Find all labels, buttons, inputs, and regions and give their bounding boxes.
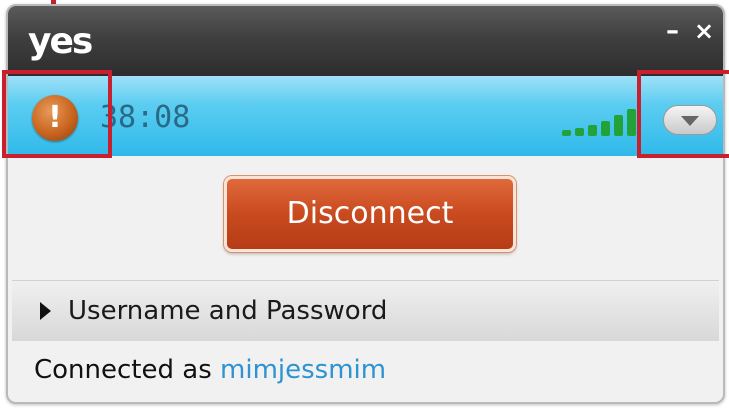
connected-status-text: Connected as mimjessmim: [34, 348, 386, 392]
close-button[interactable]: ×: [694, 16, 714, 46]
signal-bar: [575, 128, 584, 136]
signal-bar: [562, 130, 571, 136]
signal-bar: [614, 115, 623, 136]
username-link[interactable]: mimjessmim: [220, 355, 386, 385]
username-password-expander[interactable]: Username and Password: [12, 280, 719, 341]
signal-bar: [601, 121, 610, 136]
chevron-down-icon: [681, 116, 699, 126]
signal-strength-icon: [556, 100, 656, 136]
expand-arrow-icon: [40, 302, 51, 320]
connection-timer: 38:08: [100, 100, 191, 135]
expander-label: Username and Password: [68, 296, 388, 326]
minimize-button[interactable]: –: [666, 16, 679, 46]
app-window: yes – × ! 38:08 Disconnect Username and …: [6, 4, 725, 404]
title-bar: yes – ×: [8, 6, 723, 76]
yes-logo: yes: [28, 21, 93, 62]
signal-bar: [627, 109, 636, 136]
alert-icon: !: [32, 95, 78, 141]
options-dropdown-button[interactable]: [663, 105, 717, 135]
signal-bar: [588, 125, 597, 136]
disconnect-button[interactable]: Disconnect: [224, 176, 516, 252]
connected-prefix: Connected as: [34, 355, 212, 385]
connection-status-bar: ! 38:08: [8, 76, 723, 156]
